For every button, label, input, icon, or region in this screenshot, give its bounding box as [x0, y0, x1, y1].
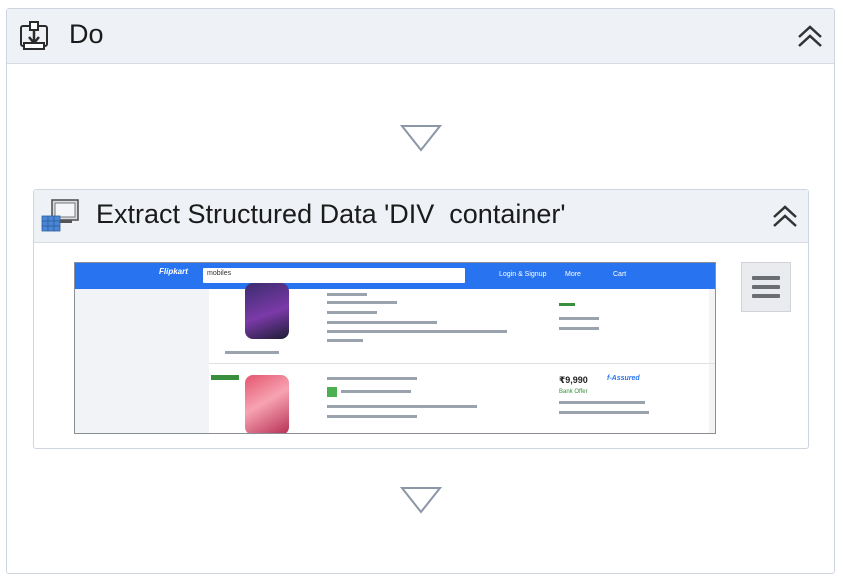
preview-assured-badge: f-Assured [607, 375, 640, 382]
preview-text-line [327, 405, 477, 408]
sequence-header[interactable]: Do [7, 9, 834, 64]
preview-text-line [327, 415, 417, 418]
preview-nav-more: More [565, 271, 581, 278]
preview-scrollbar [709, 289, 715, 433]
sequence-title: Do [69, 19, 104, 49]
preview-text-line [327, 321, 437, 324]
preview-text-line [559, 401, 645, 404]
preview-nav-cart: Cart [613, 271, 627, 278]
sequence-icon [19, 21, 49, 51]
preview-search-text: mobiles [207, 270, 232, 277]
preview-text-line [341, 390, 411, 393]
preview-text-line [327, 377, 417, 380]
preview-text-line [327, 339, 363, 342]
preview-offer: Bank Offer [559, 389, 588, 395]
preview-price: ₹9,990 [559, 375, 588, 385]
preview-text-line [327, 301, 397, 304]
preview-badge [211, 375, 239, 380]
activity-menu-button[interactable] [741, 262, 791, 312]
extract-data-icon [38, 196, 82, 236]
preview-logo: Flipkart [159, 267, 188, 276]
preview-text-line [559, 317, 599, 320]
drop-arrow-icon[interactable] [399, 485, 443, 515]
screenshot-preview[interactable]: Flipkart mobiles Login & Signup More Car… [74, 262, 716, 434]
preview-text-line [225, 351, 279, 354]
preview-check-icon [327, 387, 337, 397]
preview-text-line [559, 327, 599, 330]
collapse-activity-icon[interactable] [770, 201, 800, 231]
preview-rating [559, 303, 575, 306]
collapse-sequence-icon[interactable] [795, 21, 825, 51]
preview-search-box: mobiles [203, 268, 465, 283]
preview-nav-login: Login & Signup [499, 271, 547, 278]
preview-sidebar [75, 289, 209, 433]
preview-product-image [245, 375, 289, 433]
preview-top-bar: Flipkart mobiles Login & Signup More Car… [75, 263, 715, 289]
activity-title: Extract Structured Data 'DIV container' [96, 199, 566, 229]
hamburger-menu-icon [752, 276, 780, 280]
preview-row-divider [209, 363, 715, 364]
sequence-container: Do Extract Structured Data 'DIV containe… [6, 8, 835, 574]
extract-data-activity[interactable]: Extract Structured Data 'DIV container' … [33, 189, 809, 449]
activity-header[interactable]: Extract Structured Data 'DIV container' [34, 190, 808, 243]
preview-text-line [327, 293, 367, 296]
preview-text-line [559, 411, 649, 414]
drop-arrow-icon[interactable] [399, 123, 443, 153]
preview-product-image [245, 283, 289, 339]
preview-text-line [327, 330, 507, 333]
preview-text-line [327, 311, 377, 314]
